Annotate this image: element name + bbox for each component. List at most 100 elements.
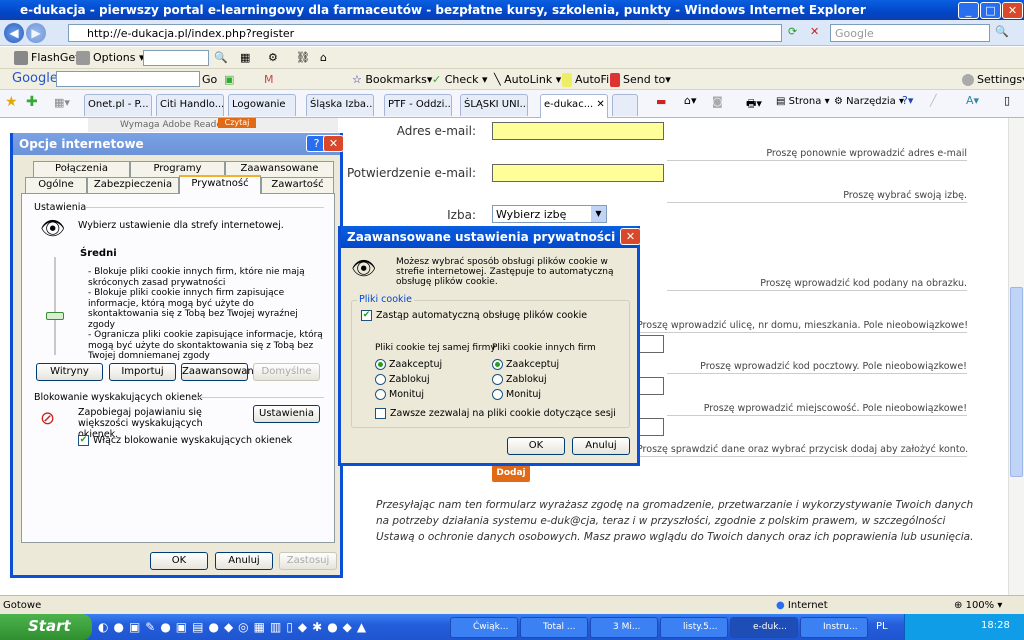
session-label: Zawsze zezwalaj na pliki cookie dotycząc… bbox=[390, 408, 616, 419]
back-icon[interactable]: ◀ bbox=[4, 23, 24, 43]
dialog-close-button[interactable]: ✕ bbox=[323, 135, 344, 152]
tab-slaski-uni[interactable]: ŚLĄSKI UNI... bbox=[460, 94, 528, 116]
sites-button[interactable]: Witryny bbox=[36, 363, 103, 381]
clipboard-icon[interactable]: ▯ bbox=[1004, 94, 1010, 107]
privacy-slider-track[interactable] bbox=[54, 257, 56, 355]
radio-selected-icon bbox=[492, 359, 503, 370]
apply-button[interactable]: Zastosuj bbox=[279, 552, 337, 570]
hint: Proszę ponownie wprowadzić adres e-mail bbox=[667, 148, 967, 161]
search-icon[interactable]: 🔍 bbox=[995, 25, 1009, 38]
settings-icon bbox=[962, 74, 974, 86]
first-party-accept[interactable]: Zaakceptuj bbox=[375, 359, 442, 370]
tab-ptf[interactable]: PTF - Oddzi... bbox=[384, 94, 452, 116]
task-button[interactable]: e-duk... bbox=[730, 617, 798, 638]
flashget-button[interactable]: FlashGet bbox=[14, 51, 79, 65]
favorites-star-icon[interactable]: ★ bbox=[5, 94, 18, 110]
pen-icon[interactable]: ╱ bbox=[930, 94, 937, 107]
quick-launch-icons[interactable]: ◐●▣✎●▣▤●◆◎▦▥▯◆✱●◆▲ bbox=[98, 620, 371, 634]
image-icon[interactable]: ▣ bbox=[224, 73, 234, 86]
email-input[interactable] bbox=[492, 122, 664, 140]
hint: Proszę wprowadzić kod podany na obrazku. bbox=[667, 278, 967, 291]
autolink-button[interactable]: ╲ AutoLink ▾ bbox=[494, 73, 561, 86]
cancel-button[interactable]: Anuluj bbox=[215, 552, 273, 570]
tab-zabezpieczenia[interactable]: Zabezpieczenia bbox=[87, 177, 179, 193]
zoom-search-icon[interactable]: 🔍 bbox=[214, 51, 228, 64]
start-button[interactable]: Start bbox=[0, 614, 92, 640]
bookmarks-button[interactable]: ☆ Bookmarks▾ bbox=[352, 73, 432, 86]
google-search-input[interactable] bbox=[56, 71, 200, 87]
print-icon[interactable]: 🖶▾ bbox=[746, 95, 762, 114]
language-indicator[interactable]: PL bbox=[876, 621, 888, 632]
email-confirm-input[interactable] bbox=[492, 164, 664, 182]
add-favorite-icon[interactable]: ✚ bbox=[26, 94, 38, 110]
go-button[interactable]: Go bbox=[202, 73, 217, 86]
close-tab-icon[interactable]: ✕ bbox=[596, 99, 604, 110]
options-button[interactable]: Options ▾ bbox=[76, 51, 144, 65]
scrollbar-thumb[interactable] bbox=[1010, 287, 1023, 477]
home-icon[interactable]: ⌂ bbox=[320, 51, 327, 64]
adv-close-button[interactable]: ✕ bbox=[620, 228, 641, 245]
adv-dialog-title: Zaawansowane ustawienia prywatności bbox=[341, 226, 637, 248]
sendto-button[interactable]: Send to▾ bbox=[610, 73, 671, 87]
settings-button[interactable]: Settings▾ bbox=[962, 73, 1024, 86]
close-button[interactable]: ✕ bbox=[1002, 2, 1023, 19]
first-party-block[interactable]: Zablokuj bbox=[375, 374, 430, 385]
address-input[interactable]: http://e-dukacja.pl/index.php?register bbox=[68, 24, 782, 42]
adv-ok-button[interactable]: OK bbox=[507, 437, 565, 455]
tools-icon[interactable]: ⚙ bbox=[268, 51, 278, 64]
tab-ogolne[interactable]: Ogólne bbox=[25, 177, 87, 193]
izba-select[interactable]: Wybierz izbę ▼ bbox=[492, 205, 607, 223]
home-page-icon[interactable]: ⌂▾ bbox=[684, 94, 697, 107]
tab-slaska-izba[interactable]: Śląska Izba... bbox=[306, 94, 374, 116]
new-tab-button[interactable] bbox=[612, 94, 638, 116]
zoom-control[interactable]: ⊕ 100% ▾ bbox=[954, 600, 1002, 611]
ok-button[interactable]: OK bbox=[150, 552, 208, 570]
session-checkbox[interactable]: Zawsze zezwalaj na pliki cookie dotycząc… bbox=[375, 408, 616, 419]
popup-checkbox[interactable]: ✔ Włącz blokowanie wyskakujących okienek bbox=[78, 435, 292, 446]
task-button[interactable]: Ćwiąk... bbox=[450, 617, 518, 638]
default-button[interactable]: Domyślne bbox=[253, 363, 320, 381]
autofill-button[interactable]: AutoFill bbox=[562, 73, 615, 87]
grid-icon[interactable]: ▦ bbox=[240, 51, 250, 64]
stop-icon[interactable]: ✕ bbox=[810, 25, 819, 38]
import-button[interactable]: Importuj bbox=[109, 363, 176, 381]
tab-logowanie[interactable]: Logowanie bbox=[228, 94, 296, 116]
task-button[interactable]: Total ... bbox=[520, 617, 588, 638]
help-icon[interactable]: ?▾ bbox=[902, 94, 913, 107]
third-party-accept[interactable]: Zaakceptuj bbox=[492, 359, 559, 370]
rss-icon[interactable]: ◙ bbox=[712, 95, 723, 108]
flashget-input[interactable] bbox=[143, 50, 209, 66]
tab-onet[interactable]: Onet.pl - P... bbox=[84, 94, 152, 116]
forward-icon[interactable]: ▶ bbox=[26, 23, 46, 43]
check-button[interactable]: ✓ Check ▾ bbox=[432, 73, 488, 86]
task-button[interactable]: Instru... bbox=[800, 617, 868, 638]
adv-cancel-button[interactable]: Anuluj bbox=[572, 437, 630, 455]
task-button[interactable]: 3 Mi... bbox=[590, 617, 658, 638]
read-button[interactable]: Czytaj bbox=[218, 118, 256, 128]
link-icon[interactable]: ⛓ bbox=[296, 51, 310, 64]
tab-citi[interactable]: Citi Handlo... bbox=[156, 94, 224, 116]
quick-tabs-icon[interactable]: ▦▾ bbox=[54, 96, 70, 109]
search-input[interactable]: Google bbox=[830, 24, 990, 42]
tab-polaczenia[interactable]: Połączenia bbox=[33, 161, 130, 177]
third-party-prompt[interactable]: Monituj bbox=[492, 389, 541, 400]
feed-icon[interactable]: ▬ bbox=[656, 95, 666, 108]
first-party-prompt[interactable]: Monituj bbox=[375, 389, 424, 400]
third-party-block[interactable]: Zablokuj bbox=[492, 374, 547, 385]
override-checkbox[interactable]: ✔ Zastąp automatyczną obsługę plików cook… bbox=[361, 310, 587, 321]
tools-menu[interactable]: ⚙ Narzędzia ▾ bbox=[834, 96, 904, 107]
tab-prywatnosc[interactable]: Prywatność bbox=[179, 175, 261, 194]
refresh-icon[interactable]: ⟳ bbox=[788, 25, 797, 38]
popup-settings-button[interactable]: Ustawienia bbox=[253, 405, 320, 423]
maximize-button[interactable]: □ bbox=[980, 2, 1001, 19]
gmail-icon[interactable]: M bbox=[264, 73, 274, 86]
font-icon[interactable]: A▾ bbox=[966, 94, 979, 107]
add-button[interactable]: Dodaj bbox=[492, 465, 530, 482]
page-menu[interactable]: ▤ Strona ▾ bbox=[776, 96, 830, 107]
privacy-slider-thumb[interactable] bbox=[46, 311, 64, 320]
minimize-button[interactable]: _ bbox=[958, 2, 979, 19]
tab-zawartosc[interactable]: Zawartość bbox=[261, 177, 334, 193]
task-button[interactable]: listy.5... bbox=[660, 617, 728, 638]
advanced-button[interactable]: Zaawansowane bbox=[181, 363, 260, 381]
tab-e-dukacja[interactable]: e-dukac... ✕ bbox=[540, 94, 608, 118]
